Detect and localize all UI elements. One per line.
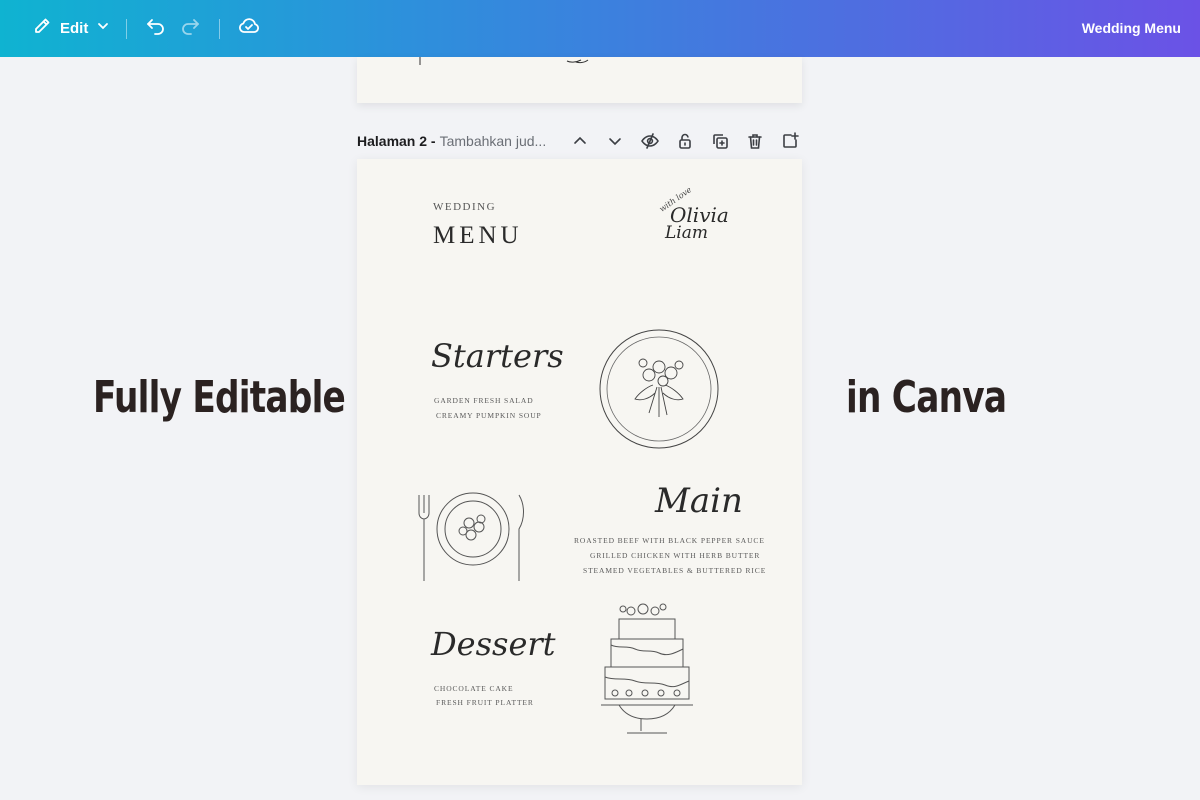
move-page-down-button[interactable] [603,129,627,153]
dessert-item: FRESH FRUIT PLATTER [436,698,534,707]
document-title[interactable]: Wedding Menu [1082,20,1181,36]
add-page-icon [783,132,799,148]
lock-icon [679,133,691,149]
duplicate-icon [713,134,728,149]
main-heading: Main [655,481,743,521]
edit-label: Edit [60,20,89,37]
chevron-up-icon [574,136,586,144]
page-1-canvas[interactable] [357,57,802,103]
chevron-down-icon [96,19,110,38]
undo-icon [145,15,167,42]
cloud-check-icon [237,14,261,43]
page-2-header: Halaman 2 - Tambahkan jud... [357,128,802,154]
duplicate-page-button[interactable] [708,129,732,153]
dessert-item: CHOCOLATE CAKE [434,684,514,693]
dessert-heading: Dessert [431,625,556,663]
top-toolbar: Edit Wedding Menu [0,0,1200,57]
save-status-button[interactable] [232,12,266,46]
add-page-button[interactable] [778,129,802,153]
eye-off-icon [641,133,659,149]
toolbar-divider [126,18,128,39]
monogram-name-2: Liam [665,223,708,243]
toolbar-left-group: Edit [0,0,266,57]
starters-item: GARDEN FRESH SALAD [434,396,534,405]
plate-bouquet-illustration [599,329,719,449]
hide-page-button[interactable] [638,129,662,153]
pencil-icon [32,16,52,41]
menu-top-label: WEDDING [433,201,497,213]
redo-button[interactable] [173,12,207,46]
promo-text-right: in Canva [846,372,1007,423]
move-page-up-button[interactable] [568,129,592,153]
lock-page-button[interactable] [673,129,697,153]
page-name: Halaman 2 - [357,133,436,149]
page-actions [568,128,802,154]
main-item: GRILLED CHICKEN WITH HERB BUTTER [590,551,761,560]
wedding-cake-illustration [601,603,693,734]
page-1-fragment [419,57,589,65]
starters-heading: Starters [431,337,564,375]
page-2-canvas[interactable]: WEDDING MENU with love Olivia Liam Start… [357,159,802,785]
main-item: STEAMED VEGETABLES & BUTTERED RICE [583,566,767,575]
page-title-input[interactable]: Tambahkan jud... [440,133,547,149]
edit-mode-button[interactable]: Edit [28,12,114,46]
undo-button[interactable] [139,12,173,46]
main-item: ROASTED BEEF WITH BLACK PEPPER SAUCE [574,536,765,545]
delete-page-button[interactable] [743,129,767,153]
chevron-down-icon [609,138,621,146]
starters-item: CREAMY PUMPKIN SOUP [436,411,542,420]
trash-icon [748,134,762,149]
redo-icon [179,15,201,42]
menu-title: MENU [433,222,523,249]
toolbar-divider [219,18,221,39]
promo-text-left: Fully Editable [93,372,346,423]
cutlery-plate-illustration [418,492,524,581]
